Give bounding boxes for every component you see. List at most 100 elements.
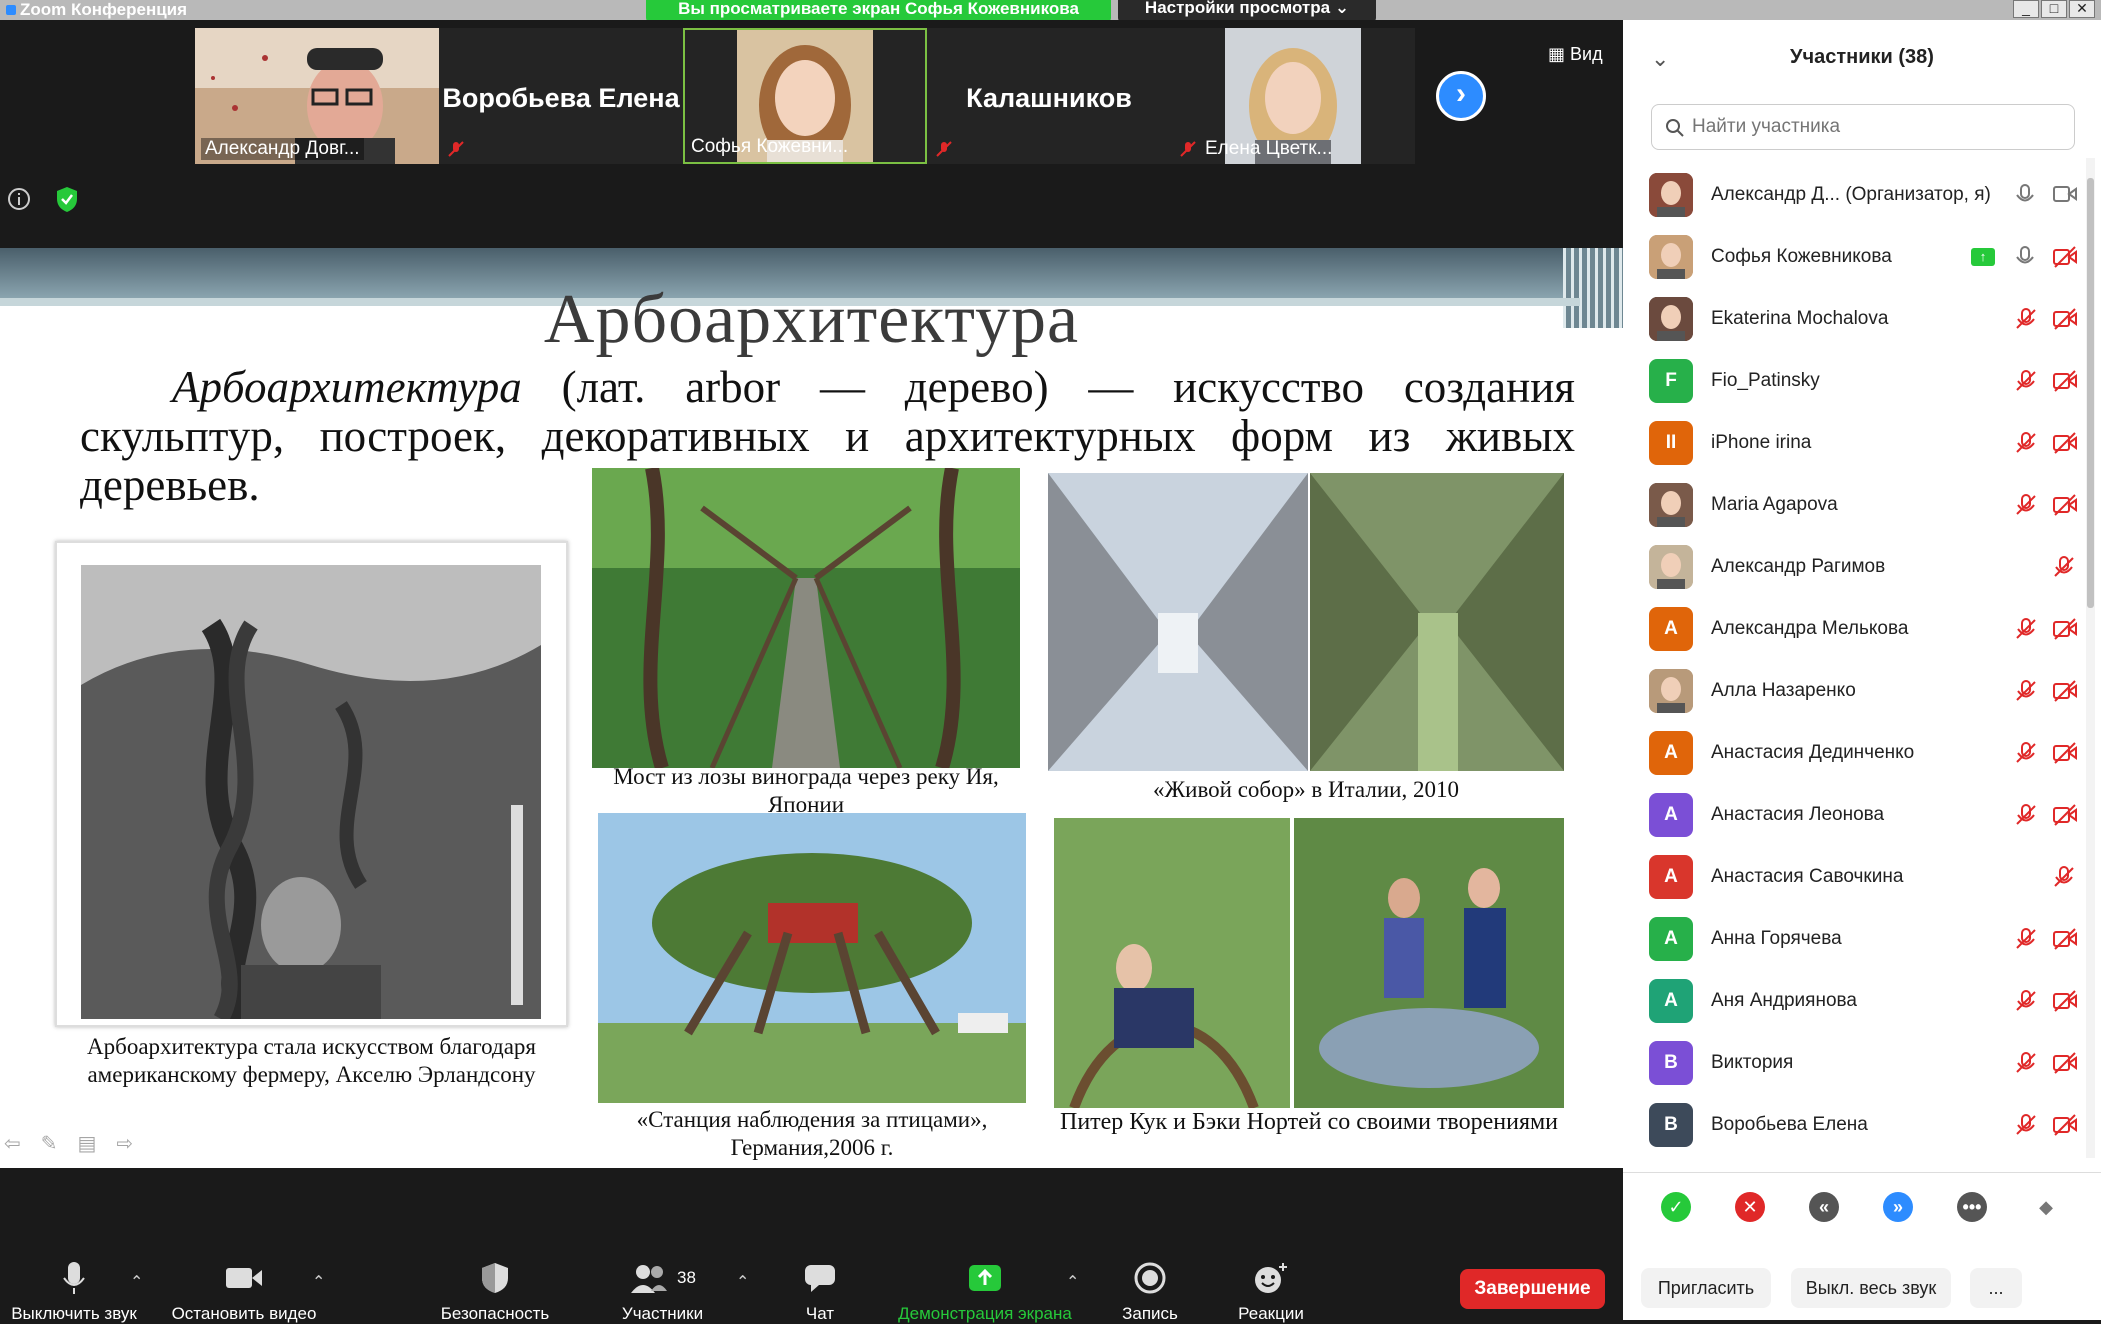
participant-row[interactable]: Софья Кожевникова ↑ <box>1623 226 2083 288</box>
video-tile[interactable]: Елена Цветк... <box>1171 28 1415 164</box>
security-button[interactable]: Безопасность <box>430 1256 560 1324</box>
participant-row[interactable]: А Анна Горячева <box>1623 908 2083 970</box>
chevron-up-icon[interactable]: ⌃ <box>736 1272 749 1292</box>
video-off-icon[interactable] <box>2053 804 2077 826</box>
chat-button[interactable]: Чат <box>780 1256 860 1324</box>
next-page-button[interactable]: › <box>1436 71 1486 121</box>
video-off-icon[interactable] <box>2053 246 2077 268</box>
video-off-icon[interactable] <box>2053 928 2077 950</box>
chevron-up-icon[interactable]: ⌃ <box>130 1272 143 1292</box>
chevron-up-icon[interactable]: ⌃ <box>312 1272 325 1292</box>
scrollbar-thumb[interactable] <box>2087 178 2094 608</box>
arrow-right-icon[interactable]: ⇨ <box>116 1131 133 1156</box>
participant-row[interactable]: А Анастасия Савочкина <box>1623 846 2083 908</box>
mic-muted-icon[interactable] <box>2015 494 2037 516</box>
video-tile[interactable]: Калашников <box>927 28 1171 164</box>
reactions-button[interactable]: Реакции <box>1225 1256 1317 1324</box>
microphone-icon[interactable] <box>2015 246 2035 268</box>
video-off-icon[interactable] <box>2053 432 2077 454</box>
panel-title: Участники (38) <box>1790 46 1934 68</box>
stop-video-button[interactable]: Остановить видео <box>164 1256 324 1324</box>
participant-row[interactable]: В Виктория <box>1623 1032 2083 1094</box>
participant-row[interactable]: Александр Д... (Организатор, я) <box>1623 164 2083 226</box>
share-screen-button[interactable]: Демонстрация экрана <box>885 1256 1085 1324</box>
participant-row[interactable]: А Анастасия Леонова <box>1623 784 2083 846</box>
more-options-button[interactable]: ... <box>1970 1268 2022 1308</box>
view-button[interactable]: ▦ Вид <box>1548 44 1603 65</box>
participant-row[interactable]: Ekaterina Mochalova <box>1623 288 2083 350</box>
record-label: Запись <box>1122 1304 1178 1323</box>
reactions-label: Реакции <box>1238 1304 1304 1323</box>
video-tile[interactable]: Воробьева Елена <box>439 28 683 164</box>
video-off-icon[interactable] <box>2053 618 2077 640</box>
farmer-photo <box>81 565 541 1019</box>
participant-name: Софья Кожевникова <box>1711 246 1892 267</box>
shield-icon[interactable] <box>52 184 82 214</box>
avatar: А <box>1649 607 1693 651</box>
participant-row[interactable]: F Fio_Patinsky <box>1623 350 2083 412</box>
video-camera-icon[interactable] <box>2053 184 2077 204</box>
eraser-icon[interactable]: ◆ <box>2031 1192 2061 1222</box>
pen-icon[interactable]: ✎ <box>41 1131 58 1156</box>
video-tile[interactable]: Александр Довг... <box>195 28 439 164</box>
mute-button[interactable]: Выключить звук <box>4 1256 144 1324</box>
mic-muted-icon[interactable] <box>2015 1114 2037 1136</box>
chevron-up-icon[interactable]: ⌃ <box>1066 1272 1079 1292</box>
video-off-icon[interactable] <box>2053 742 2077 764</box>
minimize-icon[interactable]: _ <box>2013 0 2039 18</box>
microphone-icon[interactable] <box>2015 184 2035 206</box>
no-icon[interactable]: ✕ <box>1735 1192 1765 1222</box>
end-meeting-button[interactable]: Завершение <box>1460 1269 1605 1309</box>
video-off-icon[interactable] <box>2053 308 2077 330</box>
participant-row[interactable]: Maria Agapova <box>1623 474 2083 536</box>
mic-muted-icon[interactable] <box>2015 928 2037 950</box>
video-tile-active[interactable]: Софья Кожевни... <box>683 28 927 164</box>
invite-button[interactable]: Пригласить <box>1641 1268 1771 1308</box>
maximize-icon[interactable]: □ <box>2041 0 2067 18</box>
arrow-left-icon[interactable]: ⇦ <box>4 1131 21 1156</box>
participant-row[interactable]: А Анастасия Дединченко <box>1623 722 2083 784</box>
mic-muted-icon[interactable] <box>2015 680 2037 702</box>
video-off-icon[interactable] <box>2053 494 2077 516</box>
meeting-info-icons <box>4 184 82 214</box>
mic-muted-icon[interactable] <box>2015 742 2037 764</box>
mic-muted-icon[interactable] <box>2015 370 2037 392</box>
view-settings-button[interactable]: Настройки просмотра ⌄ <box>1118 0 1376 22</box>
video-off-icon[interactable] <box>2053 1114 2077 1136</box>
mute-all-button[interactable]: Выкл. весь звук <box>1791 1268 1951 1308</box>
more-icon[interactable]: ••• <box>1957 1192 1987 1222</box>
participant-row[interactable]: Александр Рагимов <box>1623 536 2083 598</box>
video-off-icon[interactable] <box>2053 680 2077 702</box>
mic-muted-icon[interactable] <box>2015 308 2037 330</box>
participant-row[interactable]: А Аня Андриянова <box>1623 970 2083 1032</box>
slower-icon[interactable]: « <box>1809 1192 1839 1222</box>
video-off-icon[interactable] <box>2053 370 2077 392</box>
mic-muted-icon[interactable] <box>2053 866 2075 888</box>
mic-muted-icon[interactable] <box>2015 432 2037 454</box>
scrollbar[interactable] <box>2086 158 2095 1158</box>
record-button[interactable]: Запись <box>1110 1256 1190 1324</box>
participants-list: Александр Д... (Организатор, я) Софья Кож… <box>1623 164 2083 1156</box>
video-off-icon[interactable] <box>2053 990 2077 1012</box>
mic-muted-icon[interactable] <box>2015 618 2037 640</box>
participants-button[interactable]: 38 Участники <box>605 1256 720 1324</box>
mic-muted-icon[interactable] <box>2015 804 2037 826</box>
participant-row[interactable]: Алла Назаренко <box>1623 660 2083 722</box>
faster-icon[interactable]: » <box>1883 1192 1913 1222</box>
participant-row[interactable]: В Воробьева Елена <box>1623 1094 2083 1156</box>
participant-row[interactable]: А Александра Мелькова <box>1623 598 2083 660</box>
search-input[interactable] <box>1651 104 2075 150</box>
video-off-icon[interactable] <box>2053 1052 2077 1074</box>
participant-name: Виктория <box>1711 1052 1794 1073</box>
yes-icon[interactable]: ✓ <box>1661 1192 1691 1222</box>
info-icon[interactable] <box>4 184 34 214</box>
close-icon[interactable]: ✕ <box>2069 0 2095 18</box>
participant-row[interactable]: II iPhone irina <box>1623 412 2083 474</box>
avatar <box>1649 669 1693 713</box>
menu-icon[interactable]: ▤ <box>78 1131 97 1156</box>
mic-muted-icon[interactable] <box>2015 990 2037 1012</box>
search-icon <box>1666 119 1684 137</box>
nonverbal-feedback: ✓ ✕ « » ••• ◆ <box>1661 1192 2061 1222</box>
mic-muted-icon[interactable] <box>2053 556 2075 578</box>
mic-muted-icon[interactable] <box>2015 1052 2037 1074</box>
